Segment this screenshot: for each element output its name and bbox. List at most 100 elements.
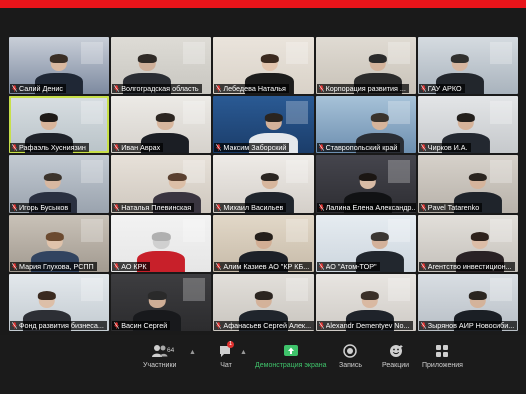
- reactions-button[interactable]: Реакции: [382, 343, 409, 369]
- mic-muted-icon: [12, 263, 17, 270]
- participant-name: Максим Заборский: [223, 143, 287, 153]
- participant-tile[interactable]: Фонд развития бизнеса...: [9, 273, 110, 331]
- participants-caret-icon[interactable]: ▲: [189, 349, 196, 356]
- background-panel: [183, 219, 206, 243]
- chat-label: Чат: [220, 362, 232, 369]
- participant-nameplate: Мария Глухова, РСПП: [10, 261, 97, 271]
- participant-tile[interactable]: Михаил Васильев: [213, 155, 314, 213]
- mic-muted-icon: [216, 85, 222, 92]
- record-button[interactable]: Запись: [339, 343, 362, 369]
- mic-muted-icon: [216, 203, 222, 211]
- background-panel: [81, 159, 104, 183]
- participant-name: Чирков И.А.: [427, 143, 468, 153]
- participant-tile[interactable]: Лебедева Наталья: [213, 37, 314, 95]
- participant-tile[interactable]: Иван Аврах: [111, 96, 212, 154]
- participant-name: Михаил Васильев: [223, 202, 284, 212]
- chat-caret-icon[interactable]: ▲: [240, 349, 247, 356]
- participant-tile[interactable]: Зырянов АИР Новосиби...: [417, 273, 518, 331]
- participant-nameplate: Волгоградская область: [112, 84, 202, 94]
- participant-tile[interactable]: Ставропольский край: [315, 96, 416, 154]
- background-panel: [183, 41, 206, 65]
- mic-muted-icon: [318, 322, 324, 329]
- participant-tile[interactable]: Alexandr Dementyev No...: [315, 273, 416, 331]
- participant-name: Волгоградская область: [121, 84, 199, 94]
- background-panel: [489, 100, 512, 124]
- participant-name: Фонд развития бизнеса...: [19, 321, 104, 330]
- participant-tile[interactable]: Игорь Бусыков: [9, 155, 110, 213]
- mic-muted-icon: [114, 322, 120, 329]
- participant-name: Мария Глухова, РСПП: [19, 261, 94, 271]
- share-screen-button[interactable]: Демонстрация экрана: [255, 343, 327, 369]
- participant-name: Лалина Елена Александр...: [325, 202, 415, 212]
- participant-tile[interactable]: Салий Денис: [9, 37, 110, 95]
- participant-name: Pavel Tatarenko: [427, 202, 480, 212]
- chat-button[interactable]: 1 Чат: [217, 341, 235, 369]
- participant-nameplate: Лебедева Наталья: [214, 84, 289, 94]
- reactions-icon: [387, 343, 405, 359]
- participant-nameplate: Чирков И.А.: [418, 143, 471, 153]
- mic-muted-icon: [114, 203, 120, 211]
- participant-tile[interactable]: Волгоградская область: [111, 37, 212, 95]
- participants-label: Участники: [143, 362, 177, 369]
- record-label: Запись: [339, 362, 362, 369]
- background-panel: [285, 219, 308, 243]
- participant-nameplate: Иван Аврах: [112, 143, 164, 153]
- participant-nameplate: Михаил Васильев: [214, 202, 287, 212]
- participant-tile[interactable]: Рафаэль Хусниязин: [9, 96, 110, 154]
- participant-tile[interactable]: Васин Сергей: [111, 273, 212, 331]
- participant-nameplate: Афанасьев Сергей Алек...: [214, 321, 314, 330]
- chat-icon: 1: [217, 341, 235, 359]
- background-panel: [81, 278, 104, 302]
- participant-nameplate: Ставропольский край: [316, 143, 401, 153]
- participant-name: Агентство инвестицион...: [427, 261, 512, 271]
- participant-name: Лебедева Наталья: [223, 84, 286, 94]
- participant-nameplate: Фонд развития бизнеса...: [10, 321, 107, 330]
- apps-icon: [433, 343, 451, 359]
- participant-tile[interactable]: Агентство инвестицион...: [417, 214, 518, 272]
- participant-tile[interactable]: Pavel Tatarenko: [417, 155, 518, 213]
- participant-nameplate: Лалина Елена Александр...: [316, 202, 416, 212]
- apps-label: Приложения: [422, 362, 463, 369]
- mic-muted-icon: [216, 144, 222, 152]
- participant-tile[interactable]: Максим Заборский: [213, 96, 314, 154]
- participant-name: Alexandr Dementyev No...: [325, 321, 410, 330]
- reactions-label: Реакции: [382, 362, 410, 369]
- participant-nameplate: Pavel Tatarenko: [418, 202, 483, 212]
- video-gallery: Салий Денис Волгоградская область Лебедева…: [9, 37, 518, 331]
- mic-muted-icon: [420, 263, 426, 270]
- participant-name: АО "Атом-ТОР": [325, 261, 377, 271]
- participant-nameplate: Салий Денис: [10, 84, 66, 94]
- participant-tile[interactable]: Наталья Плевинская: [111, 155, 212, 213]
- mic-muted-icon: [420, 85, 426, 92]
- participant-nameplate: Корпорация развития ...: [316, 84, 409, 94]
- apps-button[interactable]: Приложения: [422, 343, 463, 369]
- participant-name: Наталья Плевинская: [121, 202, 192, 212]
- participant-name: Васин Сергей: [121, 321, 168, 330]
- participant-name: Алим Казиев АО "КР КБ...: [223, 261, 310, 271]
- mic-muted-icon: [114, 263, 120, 270]
- participant-tile[interactable]: ГАУ АРКО: [417, 37, 518, 95]
- participant-nameplate: АО КРК: [112, 261, 150, 271]
- mic-muted-icon: [318, 85, 324, 92]
- participants-count: 64: [167, 347, 175, 354]
- participant-nameplate: Васин Сергей: [112, 321, 171, 330]
- mic-muted-icon: [114, 144, 120, 152]
- participant-nameplate: Alexandr Dementyev No...: [316, 321, 413, 330]
- participant-tile[interactable]: Алим Казиев АО "КР КБ...: [213, 214, 314, 272]
- participant-tile[interactable]: Лалина Елена Александр...: [315, 155, 416, 213]
- participant-tile[interactable]: АО КРК: [111, 214, 212, 272]
- participant-nameplate: ГАУ АРКО: [418, 84, 465, 94]
- participant-tile[interactable]: Чирков И.А.: [417, 96, 518, 154]
- mic-muted-icon: [12, 203, 17, 211]
- share-screen-label: Демонстрация экрана: [255, 362, 327, 369]
- participant-name: АО КРК: [121, 261, 147, 271]
- background-panel: [81, 100, 104, 124]
- background-panel: [81, 219, 104, 243]
- mic-muted-icon: [420, 322, 426, 329]
- participant-tile[interactable]: АО "Атом-ТОР": [315, 214, 416, 272]
- mic-muted-icon: [318, 263, 324, 270]
- mic-muted-icon: [12, 144, 17, 152]
- participant-tile[interactable]: Корпорация развития ...: [315, 37, 416, 95]
- participant-tile[interactable]: Мария Глухова, РСПП: [9, 214, 110, 272]
- participant-tile[interactable]: Афанасьев Сергей Алек...: [213, 273, 314, 331]
